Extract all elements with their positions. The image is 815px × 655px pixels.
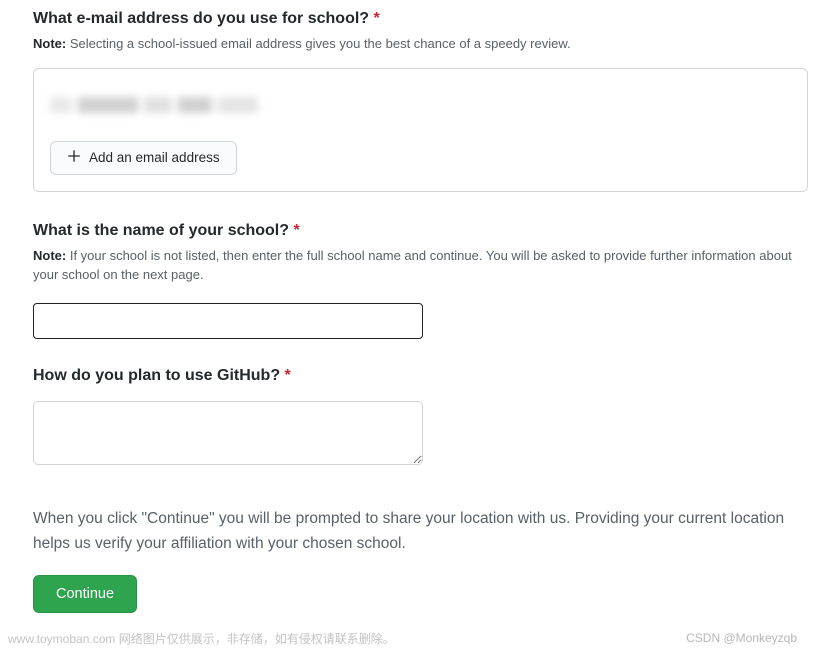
school-question-text: What is the name of your school?	[33, 222, 289, 239]
plus-icon	[67, 149, 81, 167]
usage-section: How do you plan to use GitHub? *	[33, 367, 805, 468]
usage-question-label: How do you plan to use GitHub? *	[33, 367, 805, 385]
note-text: If your school is not listed, then enter…	[33, 248, 792, 283]
note-text: Selecting a school-issued email address …	[70, 36, 571, 51]
location-disclosure-text: When you click "Continue" you will be pr…	[33, 506, 793, 557]
required-mark: *	[293, 222, 299, 239]
required-mark: *	[374, 10, 380, 27]
email-question-label: What e-mail address do you use for schoo…	[33, 10, 805, 28]
school-note: Note: If your school is not listed, then…	[33, 246, 805, 285]
school-question-label: What is the name of your school? *	[33, 222, 805, 240]
required-mark: *	[285, 367, 291, 384]
add-email-button[interactable]: Add an email address	[50, 141, 237, 175]
school-name-input[interactable]	[33, 303, 423, 339]
note-label: Note:	[33, 248, 66, 263]
usage-question-text: How do you plan to use GitHub?	[33, 367, 280, 384]
school-section: What is the name of your school? * Note:…	[33, 222, 805, 339]
blurred-email	[50, 97, 258, 113]
note-label: Note:	[33, 36, 66, 51]
watermark-left: www.toymoban.com 网络图片仅供展示，非存储，如有侵权请联系删除。	[8, 630, 395, 647]
watermark-right: CSDN @Monkeyzqb	[686, 631, 797, 645]
email-section: What e-mail address do you use for schoo…	[33, 10, 805, 192]
continue-button[interactable]: Continue	[33, 575, 137, 613]
add-email-label: Add an email address	[89, 150, 220, 166]
usage-textarea[interactable]	[33, 401, 423, 465]
email-existing-row	[50, 83, 791, 127]
email-question-text: What e-mail address do you use for schoo…	[33, 10, 369, 27]
email-box: Add an email address	[33, 68, 808, 192]
email-note: Note: Selecting a school-issued email ad…	[33, 34, 805, 54]
